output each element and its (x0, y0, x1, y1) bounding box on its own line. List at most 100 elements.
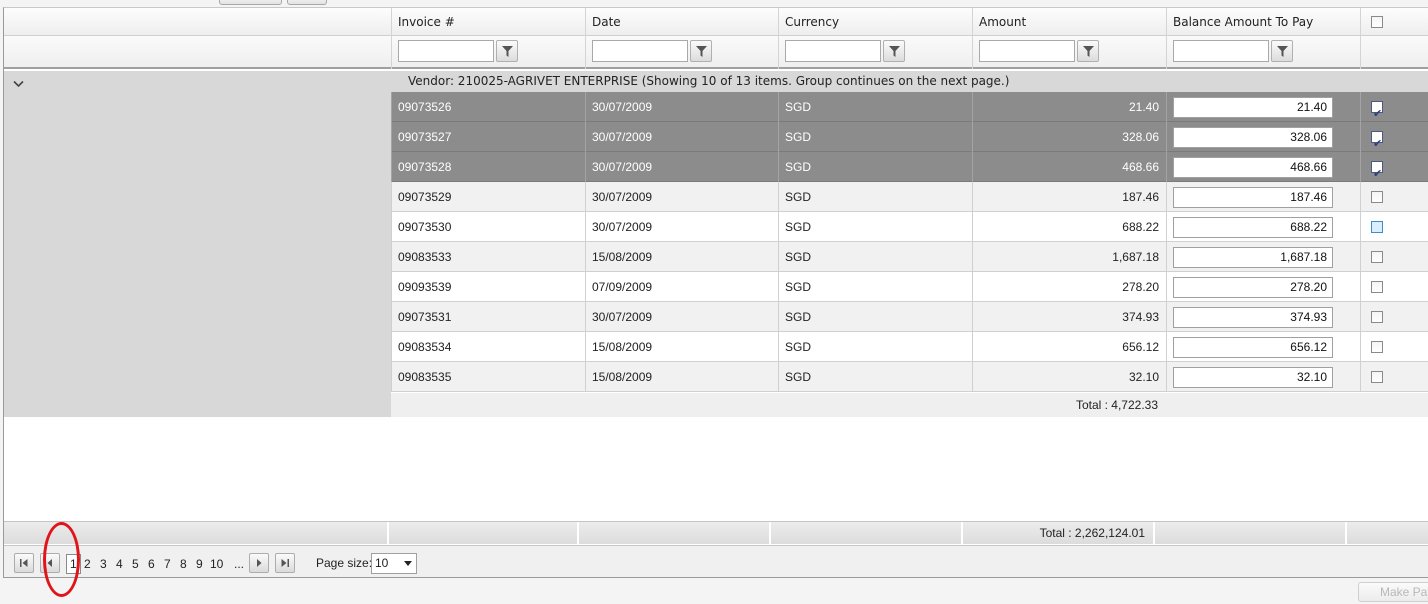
footer-segment (577, 522, 769, 545)
cell-invoice: 09073531 (391, 302, 585, 332)
group-header: Vendor: 210025-AGRIVET ENTERPRISE (Showi… (391, 71, 1428, 92)
cell-currency: SGD (778, 182, 972, 212)
page-more[interactable]: ... (234, 554, 244, 574)
filter-input-invoice[interactable] (398, 40, 494, 62)
table-row[interactable]: 09073531 30/07/2009 SGD 374.93 374.93 (391, 302, 1428, 332)
row-checkbox[interactable] (1371, 129, 1383, 159)
group-footer: Total : 4,722.33 (391, 393, 1428, 417)
select-all-checkbox[interactable] (1371, 16, 1383, 28)
next-page-icon (257, 559, 262, 567)
funnel-icon (1277, 46, 1288, 57)
cell-date: 30/07/2009 (585, 182, 778, 212)
filter-button-balance[interactable] (1271, 40, 1293, 62)
column-header-select (1360, 8, 1428, 36)
cell-balance: 328.06 (1166, 122, 1360, 152)
first-page-button[interactable] (14, 553, 34, 573)
cell-amount: 32.10 (972, 362, 1166, 392)
filter-input-currency[interactable] (785, 40, 881, 62)
row-checkbox[interactable] (1371, 251, 1383, 263)
table-row[interactable]: 09073530 30/07/2009 SGD 688.22 688.22 (391, 212, 1428, 242)
column-header-amount[interactable]: Amount (972, 8, 1166, 36)
footer-segment (1345, 522, 1428, 545)
balance-input[interactable]: 374.93 (1173, 307, 1333, 328)
row-checkbox[interactable] (1371, 311, 1383, 323)
filter-input-date[interactable] (592, 40, 688, 62)
cell-currency: SGD (778, 242, 972, 272)
page-number[interactable]: 4 (116, 554, 123, 574)
filter-button-date[interactable] (690, 40, 712, 62)
page-number[interactable]: 8 (180, 554, 187, 574)
balance-input[interactable]: 328.06 (1173, 127, 1333, 148)
page-number[interactable]: 3 (100, 554, 107, 574)
filter-button-currency[interactable] (883, 40, 905, 62)
row-checkbox[interactable] (1371, 221, 1383, 233)
balance-input[interactable]: 21.40 (1173, 97, 1333, 118)
invoice-grid: Invoice # Date Currency Amount Balance A… (3, 7, 1428, 578)
cell-currency: SGD (778, 212, 972, 242)
table-row[interactable]: 09073528 30/07/2009 SGD 468.66 468.66 (391, 152, 1428, 189)
cell-select (1360, 212, 1428, 242)
funnel-icon (696, 46, 707, 57)
table-row[interactable]: 09083533 15/08/2009 SGD 1,687.18 1,687.18 (391, 242, 1428, 272)
column-header-currency[interactable]: Currency (778, 8, 972, 36)
next-page-button[interactable] (249, 553, 269, 573)
table-row[interactable]: 09073529 30/07/2009 SGD 187.46 187.46 (391, 182, 1428, 212)
filter-input-amount[interactable] (979, 40, 1075, 62)
row-checkbox[interactable] (1371, 191, 1383, 203)
page-size-select[interactable]: 10 (371, 553, 417, 574)
page-number[interactable]: 5 (132, 554, 139, 574)
cell-balance: 21.40 (1166, 92, 1360, 122)
table-row[interactable]: 09093539 07/09/2009 SGD 278.20 278.20 (391, 272, 1428, 302)
chevron-down-icon[interactable] (13, 80, 24, 88)
balance-input[interactable]: 32.10 (1173, 367, 1333, 388)
cell-balance: 32.10 (1166, 362, 1360, 392)
column-header-date[interactable]: Date (585, 8, 778, 36)
grand-total: Total : 2,262,124.01 (961, 522, 1153, 545)
table-row[interactable]: 09073527 30/07/2009 SGD 328.06 328.06 (391, 122, 1428, 159)
cell-balance: 1,687.18 (1166, 242, 1360, 272)
page-number[interactable]: 9 (196, 554, 203, 574)
filter-button-invoice[interactable] (496, 40, 518, 62)
table-row[interactable]: 09083535 15/08/2009 SGD 32.10 32.10 (391, 362, 1428, 392)
cell-invoice: 09073529 (391, 182, 585, 212)
cell-select (1360, 332, 1428, 362)
column-header-invoice[interactable]: Invoice # (391, 8, 585, 36)
toolbar-button[interactable] (287, 0, 327, 5)
balance-input[interactable]: 656.12 (1173, 337, 1333, 358)
cell-currency: SGD (778, 272, 972, 302)
cell-select (1360, 92, 1428, 129)
make-payment-button[interactable]: Make Pay (1358, 582, 1428, 602)
cell-invoice: 09083534 (391, 332, 585, 362)
last-page-button[interactable] (275, 553, 295, 573)
column-header-balance[interactable]: Balance Amount To Pay (1166, 8, 1360, 36)
balance-input[interactable]: 688.22 (1173, 217, 1333, 238)
cell-currency: SGD (778, 332, 972, 362)
page-size-label: Page size: (316, 556, 373, 570)
page-number[interactable]: 10 (210, 554, 223, 574)
cell-amount: 374.93 (972, 302, 1166, 332)
row-checkbox[interactable] (1371, 281, 1383, 293)
balance-input[interactable]: 468.66 (1173, 157, 1333, 178)
cell-date: 30/07/2009 (585, 212, 778, 242)
cell-date: 30/07/2009 (585, 122, 778, 152)
row-checkbox[interactable] (1371, 99, 1383, 129)
table-row[interactable]: 09073526 30/07/2009 SGD 21.40 21.40 (391, 92, 1428, 129)
row-checkbox[interactable] (1371, 159, 1383, 189)
filter-input-balance[interactable] (1173, 40, 1269, 62)
balance-input[interactable]: 278.20 (1173, 277, 1333, 298)
page-number[interactable]: 7 (164, 554, 171, 574)
table-row[interactable]: 09083534 15/08/2009 SGD 656.12 656.12 (391, 332, 1428, 362)
row-checkbox[interactable] (1371, 371, 1383, 383)
page-number[interactable]: 6 (148, 554, 155, 574)
row-checkbox[interactable] (1371, 341, 1383, 353)
funnel-icon (1083, 46, 1094, 57)
footer-segment (1153, 522, 1345, 545)
cell-select (1360, 242, 1428, 272)
balance-input[interactable]: 187.46 (1173, 187, 1333, 208)
cell-balance: 187.46 (1166, 182, 1360, 212)
page-number[interactable]: 2 (84, 554, 91, 574)
filter-button-amount[interactable] (1077, 40, 1099, 62)
balance-input[interactable]: 1,687.18 (1173, 247, 1333, 268)
toolbar-button[interactable] (219, 0, 282, 5)
group-total: Total : 4,722.33 (1075, 398, 1158, 412)
